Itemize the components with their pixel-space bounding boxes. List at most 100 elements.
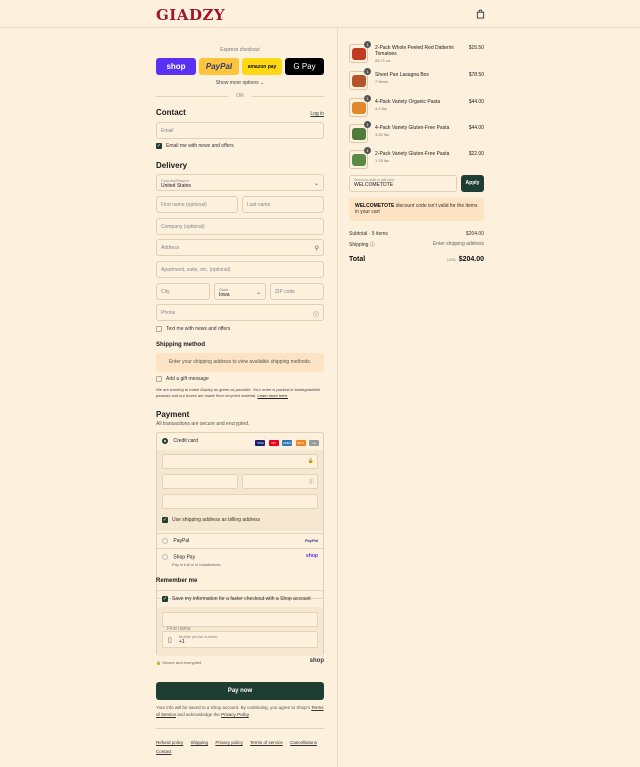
help-icon[interactable]: ⓘ <box>309 478 314 485</box>
phone-icon: ▯ <box>168 637 172 644</box>
privacy-policy-footer-link[interactable]: Privacy policy <box>215 740 243 745</box>
mobile-phone-field[interactable]: ▯ Mobile phone number +1 <box>162 631 318 648</box>
save-info-checkbox[interactable]: ✓ <box>162 596 168 602</box>
cancellations-link[interactable]: Cancellations <box>290 740 317 745</box>
lock-icon: 🔒 <box>156 660 161 665</box>
remember-me-heading: Remember me <box>156 578 198 584</box>
phone-placeholder: Phone <box>161 310 176 316</box>
shop-pay-label: Shop Pay <box>173 554 196 561</box>
credit-card-radio[interactable] <box>162 437 168 444</box>
legal-text: Your info will be saved to a Shop accoun… <box>156 704 324 718</box>
phone-field[interactable]: Phone ⓘ <box>156 304 324 321</box>
visa-icon: VISA <box>255 440 266 446</box>
credit-card-option[interactable]: Credit card VISA MC AMEX DISC +4 <box>157 436 323 448</box>
subtotal-value: $204.00 <box>465 231 484 237</box>
company-field[interactable]: Company (optional) <box>156 218 324 235</box>
learn-more-link[interactable]: Learn more here. <box>257 393 288 398</box>
name-on-card-field[interactable] <box>162 494 318 509</box>
apply-discount-button[interactable]: Apply <box>461 175 484 192</box>
payment-subtitle: All transactions are secure and encrypte… <box>156 421 250 427</box>
text-news-checkbox[interactable] <box>156 326 162 332</box>
paypal-express-button[interactable]: PayPal <box>199 58 239 75</box>
address-field[interactable]: Address ⚲ <box>156 239 324 256</box>
chevron-down-icon: ⌄ <box>255 290 261 296</box>
help-icon[interactable]: ⓘ <box>313 310 319 319</box>
shipping-method-message: Enter your shipping address to view avai… <box>156 353 324 372</box>
city-placeholder: City <box>161 289 170 295</box>
paypal-option[interactable]: PayPal PayPal <box>157 533 323 547</box>
pay-now-button[interactable]: Pay now <box>156 682 324 700</box>
cart-item: 1 4-Pack Variety Organic Pasta 4.4 lbs $… <box>349 95 484 120</box>
card-number-field[interactable]: 🔒 <box>162 454 318 469</box>
shop-pay-option[interactable]: Shop Pay shop Pay in full or in installm… <box>157 548 323 574</box>
zip-placeholder: ZIP code <box>275 289 295 295</box>
eco-note: We are working to make Giadzy as green a… <box>156 387 322 399</box>
cart-item: 1 2-Pack Whole Peeled Red Datterini Toma… <box>349 41 484 66</box>
gift-message-checkbox[interactable] <box>156 376 162 382</box>
item-price: $44.00 <box>468 125 484 131</box>
item-price: $15.50 <box>468 45 484 51</box>
shop-pay-radio[interactable] <box>162 554 168 560</box>
site-header: GIADZY <box>0 0 640 28</box>
privacy-policy-link[interactable]: Privacy Policy <box>221 712 249 717</box>
terms-of-service-footer-link[interactable]: Terms of service <box>250 740 283 745</box>
zip-field[interactable]: ZIP code <box>270 283 324 300</box>
last-name-field[interactable]: Last name <box>242 196 324 213</box>
email-news-label: Email me with news and offers <box>166 143 234 149</box>
contact-link[interactable]: Contact <box>156 749 172 754</box>
legal-text-2: and acknowledge the <box>177 712 220 717</box>
apartment-field[interactable]: Apartment, suite, etc. (optional) <box>156 261 324 278</box>
login-link[interactable]: Log in <box>310 111 324 117</box>
express-checkout-label: Express checkout <box>220 47 260 53</box>
email-placeholder: Email <box>161 128 174 134</box>
giadzy-logo[interactable]: GIADZY <box>156 6 225 24</box>
card-logos: VISA MC AMEX DISC +4 <box>253 438 319 448</box>
billing-checkbox[interactable]: ✓ <box>162 517 168 523</box>
billing-checkbox-row[interactable]: ✓ Use shipping address as billing addres… <box>162 517 260 523</box>
shipping-link[interactable]: Shipping <box>191 740 209 745</box>
bag-icon[interactable] <box>476 9 485 19</box>
expiration-field[interactable] <box>162 474 238 489</box>
security-code-field[interactable]: ⓘ <box>242 474 318 489</box>
quantity-badge: 1 <box>364 68 371 75</box>
city-field[interactable]: City <box>156 283 210 300</box>
show-more-options-link[interactable]: Show more options ⌄ <box>156 80 324 86</box>
email-field[interactable]: Email <box>156 122 324 139</box>
cart-item: 1 4-Pack Variety Gluten-Free Pasta 3.52 … <box>349 121 484 146</box>
paypal-radio[interactable] <box>162 537 168 544</box>
email-news-checkbox-row[interactable]: ✓ Email me with news and offers <box>156 143 234 149</box>
remember-me-box: ✓ Save my information for a faster check… <box>156 590 324 656</box>
lock-icon: 🔒 <box>307 458 314 464</box>
first-name-field[interactable]: First name (optional) <box>156 196 238 213</box>
amazon-pay-express-button[interactable]: amazon pay <box>242 58 282 75</box>
delivery-heading: Delivery <box>156 161 188 170</box>
remember-first-name-field[interactable]: First name <box>162 612 318 632</box>
item-name: 4-Pack Variety Gluten-Free Pasta <box>375 125 450 131</box>
billing-checkbox-label: Use shipping address as billing address <box>172 517 261 523</box>
search-icon: ⚲ <box>314 246 319 252</box>
item-price: $44.00 <box>468 99 484 105</box>
text-news-checkbox-row[interactable]: Text me with news and offers <box>156 326 230 332</box>
shipping-value: Enter shipping address <box>432 241 484 247</box>
company-placeholder: Company (optional) <box>161 224 205 230</box>
item-name: 2-Pack Whole Peeled Red Datterini Tomato… <box>375 45 454 57</box>
footer-divider <box>156 728 324 729</box>
paypal-label: PayPal <box>173 538 190 544</box>
state-select[interactable]: State Iowa ⌄ <box>214 283 266 300</box>
google-pay-express-button[interactable]: G Pay <box>285 58 324 75</box>
shop-account-fields: First name ▯ Mobile phone number +1 <box>157 607 323 656</box>
chevron-down-icon: ⌄ <box>313 181 319 187</box>
refund-policy-link[interactable]: Refund policy <box>156 740 183 745</box>
shop-pay-express-button[interactable]: shop <box>156 58 196 75</box>
item-variant: 7 Items <box>375 79 389 84</box>
discount-code-field[interactable]: Discount code or gift card WELCOMETOTE <box>349 175 457 192</box>
save-info-checkbox-row[interactable]: ✓ Save my information for a faster check… <box>162 596 311 602</box>
gift-message-checkbox-row[interactable]: Add a gift message <box>156 376 209 382</box>
text-news-label: Text me with news and offers <box>166 326 231 332</box>
gift-message-label: Add a gift message <box>166 376 209 382</box>
country-value: United States <box>161 183 192 189</box>
save-info-label: Save my information for a faster checkou… <box>172 596 311 602</box>
email-news-checkbox[interactable]: ✓ <box>156 143 162 149</box>
country-select[interactable]: Country/Region United States ⌄ <box>156 174 324 191</box>
quantity-badge: 1 <box>364 41 371 48</box>
